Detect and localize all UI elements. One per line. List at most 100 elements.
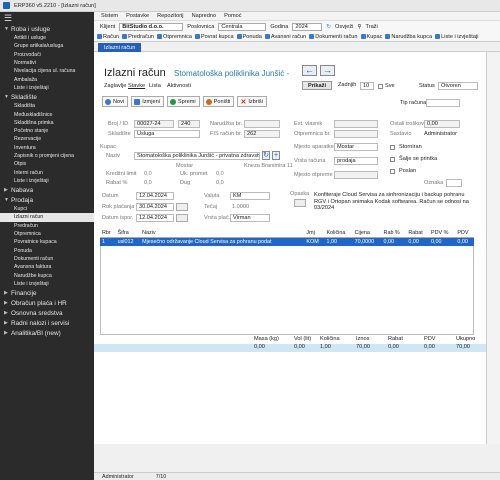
- right-side-panel[interactable]: [486, 52, 500, 444]
- sidebar-item-skladista[interactable]: Skladišta: [0, 102, 94, 110]
- column-header-rbr[interactable]: Rbr: [100, 229, 116, 238]
- narudzba-field[interactable]: [244, 120, 280, 128]
- tab-izlazni-racun[interactable]: Izlazni račun: [98, 43, 142, 52]
- status-select[interactable]: Otvoren: [438, 82, 478, 90]
- sidebar-item-pocetno-stanje[interactable]: Početno stanje: [0, 127, 94, 135]
- sidebar-item-kupci[interactable]: Kupci: [0, 205, 94, 213]
- id-field[interactable]: 240: [178, 120, 200, 128]
- opaska-text[interactable]: Konfiteraje Cloud Servisa za sinhronizac…: [314, 192, 474, 212]
- subtab-aktivnosti[interactable]: Aktivnosti: [167, 83, 191, 89]
- toolbar-otpremnica-button[interactable]: Otpremnica: [156, 34, 192, 40]
- opaska-button[interactable]: [294, 199, 306, 207]
- column-header-rab[interactable]: Rab %: [381, 229, 407, 238]
- sidebar-section-roba-i-usluge[interactable]: ▼ Roba i usluge: [0, 24, 94, 34]
- skladiste-select[interactable]: Usluga: [134, 130, 200, 138]
- valuta-select[interactable]: KM: [230, 192, 270, 200]
- toolbar-kupac-button[interactable]: Kupac: [360, 34, 382, 40]
- menu-postavke[interactable]: Postavke: [126, 13, 149, 19]
- novi-button[interactable]: Novi: [102, 96, 129, 107]
- menu-repozitorij[interactable]: Repozitorij: [157, 13, 183, 19]
- column-header-pdv[interactable]: PDV: [455, 229, 474, 238]
- toolbar-liste-i-izvjestaji-button[interactable]: Liste i izvještaji: [435, 34, 478, 40]
- column-header-rabat[interactable]: Rabat: [406, 229, 430, 238]
- column-header-pdv[interactable]: PDV %: [429, 229, 456, 238]
- refresh-icon[interactable]: ↻: [326, 24, 331, 30]
- rok-calendar-icon[interactable]: [176, 203, 188, 211]
- sidebar-section-skladiste[interactable]: ▼ Skladište: [0, 92, 94, 102]
- add-kupac-icon[interactable]: +: [272, 151, 280, 160]
- toolbar-ponuda-button[interactable]: Ponuda: [236, 34, 262, 40]
- sidebar-item-liste-i-izvjestaji[interactable]: Liste i izvještaji: [0, 177, 94, 185]
- sidebar-item-normativi[interactable]: Normativi: [0, 59, 94, 67]
- sidebar-item-nivelacija-cijena-ul-racuna[interactable]: Nivelacija cijena ul. računa: [0, 67, 94, 75]
- toolbar-narudzba-kupca-button[interactable]: Narudžba kupca: [385, 34, 432, 40]
- toolbar-avansni-racun-button[interactable]: Avansni račun: [264, 34, 306, 40]
- izmjeni-button[interactable]: Izmjeni: [131, 96, 164, 107]
- column-header-jmj[interactable]: Jmj: [304, 229, 325, 238]
- zadnjih-input[interactable]: 10: [360, 82, 374, 90]
- sidebar-item-ambalaza[interactable]: Ambalaža: [0, 75, 94, 83]
- isp-calendar-icon[interactable]: [176, 214, 188, 222]
- sidebar-item-narudzbe-kupca[interactable]: Narudžbe kupca: [0, 271, 94, 279]
- ext-field[interactable]: [334, 120, 378, 128]
- fis-field[interactable]: 262: [244, 130, 280, 138]
- sidebar-item-zapisnik-o-promjeni-cijena[interactable]: Zapisnik o promjeni cijena: [0, 152, 94, 160]
- toolbar-predracun-button[interactable]: Predračun: [122, 34, 154, 40]
- sidebar-item-povratnice-kupaca[interactable]: Povratnice kupaca: [0, 238, 94, 246]
- toolbar-povrat-kupca-button[interactable]: Povrat kupca: [194, 34, 234, 40]
- godina-select[interactable]: 2024: [292, 22, 323, 31]
- datum-isp-field[interactable]: 12.04.2024: [136, 214, 174, 222]
- storniran-checkbox[interactable]: [390, 145, 395, 150]
- sidebar-item-skladisna-primka[interactable]: Skladišna primka: [0, 119, 94, 127]
- sidebar-item-liste-i-izvjestaji[interactable]: Liste i izvještaji: [0, 84, 94, 92]
- poslan-checkbox[interactable]: [390, 169, 395, 174]
- menu-pomoc[interactable]: Pomoć: [224, 13, 241, 19]
- rok-field[interactable]: 30.04.2024: [136, 203, 174, 211]
- arrow-right-icon[interactable]: →: [320, 65, 335, 76]
- sidebar-item-me-uskladisnice[interactable]: Međuskladišnice: [0, 110, 94, 118]
- hamburger-icon[interactable]: ☰: [0, 12, 94, 24]
- izbrisi-button[interactable]: ✕ Izbriši: [237, 96, 267, 107]
- sidebar-item-inventura[interactable]: Inventura: [0, 144, 94, 152]
- sidebar-section-osnovna-sredstva[interactable]: ▶ Osnovna sredstva: [0, 308, 94, 318]
- arrow-left-icon[interactable]: ←: [302, 65, 317, 76]
- sidebar-item-grupe-artikala-usluga[interactable]: Grupe artikala/usluga: [0, 42, 94, 50]
- subtab-lista[interactable]: Lista: [149, 83, 161, 89]
- broj-field[interactable]: 00027-24: [134, 120, 174, 128]
- ostali-field[interactable]: 0,00: [424, 120, 460, 128]
- toolbar-dokumenti-racun-button[interactable]: Dokumenti račun: [309, 34, 358, 40]
- column-header-naziv[interactable]: Naziv: [140, 229, 305, 238]
- sidebar-item-rezervacije[interactable]: Rezervacije: [0, 135, 94, 143]
- menu-napredno[interactable]: Napredno: [192, 13, 217, 19]
- sidebar-item-interni-racun[interactable]: Interni račun: [0, 168, 94, 176]
- kupac-naziv-field[interactable]: Stomatološka poliklinika Junšić - privat…: [134, 152, 260, 160]
- sidebar-section-financije[interactable]: ▶ Financije: [0, 288, 94, 298]
- sidebar-item-predracun[interactable]: Predračun: [0, 222, 94, 230]
- klijent-select[interactable]: BitStudio d.o.o.: [119, 22, 184, 31]
- salje-checkbox[interactable]: [390, 157, 395, 162]
- sidebar-item-izlazni-racun[interactable]: Izlazni račun: [0, 213, 94, 222]
- sidebar-section-obracun-placa-i-hr[interactable]: ▶ Obračun plaća i HR: [0, 298, 94, 308]
- sve-checkbox[interactable]: [378, 84, 383, 89]
- sidebar-section-nabava[interactable]: ▶ Nabava: [0, 185, 94, 195]
- sidebar-item-ponuda[interactable]: Ponuda: [0, 247, 94, 255]
- spremi-button[interactable]: Spremi: [166, 96, 200, 107]
- column-header-kolicina[interactable]: Količina: [324, 229, 353, 238]
- sidebar-item-dokumenti-racun[interactable]: Dokumenti račun: [0, 255, 94, 263]
- sidebar-item-artikli-i-usluge[interactable]: Artikli i usluge: [0, 34, 94, 42]
- sidebar-item-avansna-faktura[interactable]: Avansna faktura: [0, 263, 94, 271]
- mjesto-select[interactable]: Mostar: [334, 143, 378, 151]
- sidebar-section-prodaja[interactable]: ▼ Prodaja: [0, 195, 94, 205]
- sidebar-item-liste-i-izvjestaji[interactable]: Liste i izvještaji: [0, 280, 94, 288]
- menu-sistem[interactable]: Sistem: [101, 13, 118, 19]
- poslovnica-select[interactable]: Centrala: [218, 22, 267, 31]
- subtab-zaglavlje[interactable]: Zaglavlje: [104, 83, 126, 89]
- sidebar-section-radni-nalozi-i-servisi[interactable]: ▶ Radni nalozi i servisi: [0, 318, 94, 328]
- sidebar-item-proizvo-aci[interactable]: Proizvođači: [0, 51, 94, 59]
- sidebar-item-otpis[interactable]: Otpis: [0, 160, 94, 168]
- subtab-stavke[interactable]: Stavke: [128, 83, 145, 89]
- tip-racuna-select[interactable]: [426, 99, 460, 107]
- prikazi-button[interactable]: Prikaži: [302, 81, 332, 90]
- otpremnica-field[interactable]: [334, 130, 378, 138]
- ponisti-button[interactable]: Poništi: [202, 96, 235, 107]
